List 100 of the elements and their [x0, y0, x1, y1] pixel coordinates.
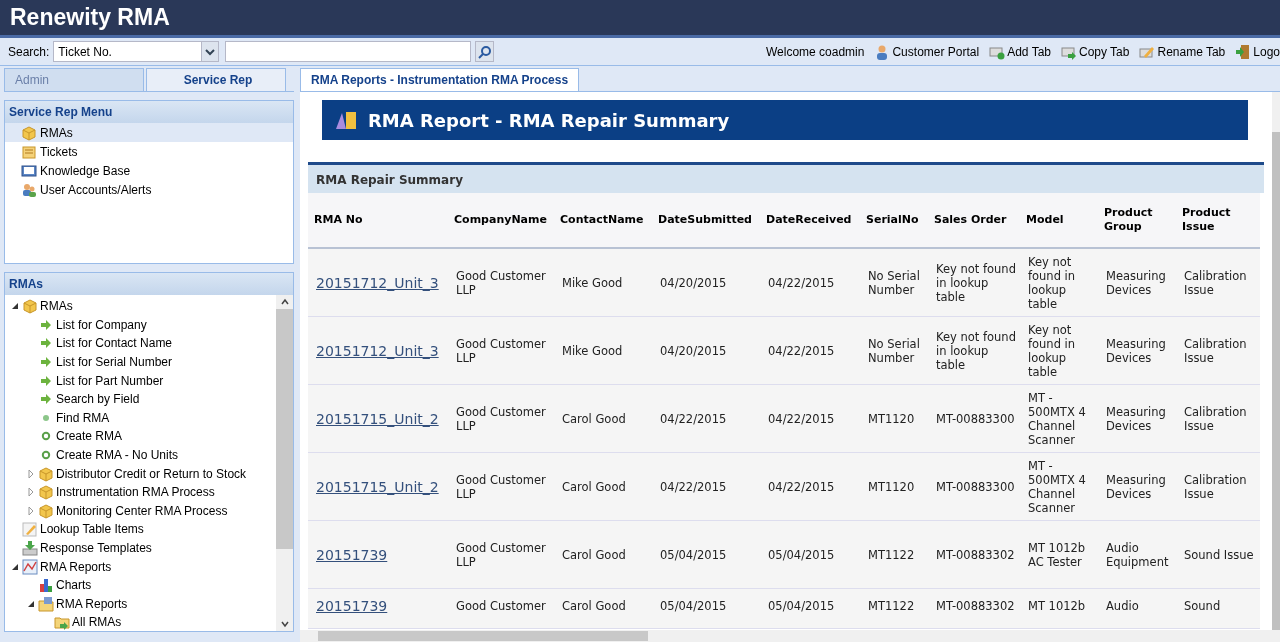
tree-item[interactable]: Create RMA - No Units	[56, 448, 179, 463]
tree-item[interactable]: Create RMA	[56, 429, 123, 444]
toolbar-button[interactable]: Add Tab	[989, 43, 1051, 60]
bar-chart-icon	[38, 577, 54, 594]
table-cell: Sound	[1176, 589, 1260, 629]
expand-icon[interactable]	[26, 469, 35, 478]
table-cell: Mike Good	[554, 249, 652, 317]
table-cell: Key not found in lookup table	[928, 317, 1020, 385]
tree-item[interactable]: RMA Reports	[40, 559, 112, 574]
column-header: Product Issue	[1176, 193, 1260, 249]
table-cell: MT - 500MTX 4 Channel Scanner	[1020, 385, 1098, 453]
collapse-icon[interactable]	[10, 302, 19, 311]
table-cell: Good Customer LLP	[448, 317, 554, 385]
table-cell: Carol Good	[554, 589, 652, 629]
tree-item[interactable]: Charts	[56, 578, 92, 593]
box-icon	[38, 502, 54, 519]
users-icon	[21, 181, 37, 198]
table-cell: No Serial Number	[860, 249, 928, 317]
table-cell: 05/04/2015	[652, 521, 760, 589]
expand-icon[interactable]	[26, 488, 35, 497]
table-cell: MT-00883300	[928, 453, 1020, 521]
table-cell: Measuring Devices	[1098, 317, 1176, 385]
tree-item[interactable]: Response Templates	[40, 541, 152, 555]
section-title: RMA Repair Summary	[308, 162, 1264, 193]
search-field[interactable]	[225, 41, 472, 62]
search-icon	[477, 44, 492, 59]
tree-item[interactable]: Instrumentation RMA Process	[56, 485, 215, 500]
rma-link[interactable]: 20151712_Unit_3	[316, 343, 439, 358]
table-cell: 04/20/2015	[652, 249, 760, 317]
toolbar-button[interactable]: Rename Tab	[1139, 43, 1226, 60]
box-icon	[38, 484, 54, 501]
table-cell: MT-00883302	[928, 521, 1020, 589]
scrollbar[interactable]	[276, 295, 293, 631]
table-cell: Calibration Issue	[1176, 453, 1260, 521]
search-label: Search:	[8, 44, 50, 59]
table-cell: MT1122	[860, 521, 928, 589]
tree-item[interactable]: All RMAs	[72, 615, 122, 630]
table-cell: Calibration Issue	[1176, 317, 1260, 385]
scrollbar[interactable]	[1272, 92, 1280, 630]
box-icon	[22, 298, 38, 315]
table-cell: MT-00883302	[928, 589, 1020, 629]
table-cell: Good Customer LLP	[448, 453, 554, 521]
tray-icon	[22, 540, 38, 556]
tree-item[interactable]: Distributor Credit or Return to Stock	[56, 466, 247, 481]
pencil-icon	[22, 521, 38, 538]
menu-item[interactable]: Tickets	[5, 142, 293, 161]
folder-icon	[38, 595, 54, 612]
tree-item[interactable]: Lookup Table Items	[40, 522, 144, 537]
column-header: RMA No	[308, 193, 448, 249]
rma-link[interactable]: 20151715_Unit_2	[316, 411, 439, 426]
tree-item[interactable]: List for Company	[56, 317, 147, 332]
tree-item[interactable]: Monitoring Center RMA Process	[56, 503, 228, 518]
tab[interactable]: Service Rep	[146, 68, 286, 91]
tree-item[interactable]: RMA Reports	[56, 596, 128, 611]
column-header: Model	[1020, 193, 1098, 249]
rma-link[interactable]: 20151739	[316, 599, 388, 613]
toolbar-button[interactable]: Logo	[1235, 43, 1280, 60]
menu-item[interactable]: RMAs	[5, 123, 293, 142]
table-cell: 04/22/2015	[652, 453, 760, 521]
toolbar-button[interactable]: Customer Portal	[874, 43, 980, 60]
report-title-bar: RMA Report - RMA Repair Summary	[322, 100, 1248, 140]
tree-item[interactable]: RMAs	[40, 299, 73, 314]
table-cell: Carol Good	[554, 385, 652, 453]
table-cell: Audio	[1098, 589, 1176, 629]
menu-item[interactable]: User Accounts/Alerts	[5, 180, 293, 199]
rma-link[interactable]: 20151712_Unit_3	[316, 275, 439, 290]
tree-item[interactable]: List for Contact Name	[56, 336, 173, 351]
table-cell: Sound Issue	[1176, 521, 1260, 589]
tab[interactable]: RMA Reports - Instrumentation RMA Process	[300, 68, 580, 91]
table-cell: Good Customer	[448, 589, 554, 629]
toolbar-button[interactable]: Copy Tab	[1061, 43, 1130, 60]
column-header: Product Group	[1098, 193, 1176, 249]
rma-link[interactable]: 20151715_Unit_2	[316, 479, 439, 494]
app-title: Renewity RMA	[10, 4, 170, 31]
tree-item[interactable]: Find RMA	[56, 410, 110, 425]
panel-title: Service Rep Menu	[5, 101, 293, 123]
table-cell: 04/20/2015	[652, 317, 760, 385]
search-button[interactable]	[475, 41, 495, 62]
table-cell: 04/22/2015	[760, 317, 860, 385]
table-cell: Mike Good	[554, 317, 652, 385]
table-cell: Key not found in lookup table	[1020, 249, 1098, 317]
table-cell: 04/22/2015	[760, 453, 860, 521]
book-icon	[21, 162, 37, 179]
table-cell: 05/04/2015	[760, 589, 860, 629]
tree-item[interactable]: List for Serial Number	[56, 355, 173, 370]
search-type-dropdown[interactable]: Ticket No.	[53, 41, 220, 62]
menu-item[interactable]: Knowledge Base	[5, 161, 293, 180]
table-cell: 04/22/2015	[652, 385, 760, 453]
collapse-icon[interactable]	[10, 562, 19, 571]
column-header: Sales Order	[928, 193, 1020, 249]
tree-item[interactable]: Search by Field	[56, 392, 140, 407]
rma-link[interactable]: 20151739	[316, 547, 388, 562]
table-cell: Audio Equipment	[1098, 521, 1176, 589]
collapse-icon[interactable]	[26, 599, 35, 608]
table-cell: Calibration Issue	[1176, 385, 1260, 453]
tree-item[interactable]: List for Part Number	[56, 373, 164, 388]
expand-icon[interactable]	[26, 506, 35, 515]
column-header: SerialNo	[860, 193, 928, 249]
scrollbar[interactable]	[300, 630, 1280, 642]
folder-icon	[54, 614, 70, 631]
